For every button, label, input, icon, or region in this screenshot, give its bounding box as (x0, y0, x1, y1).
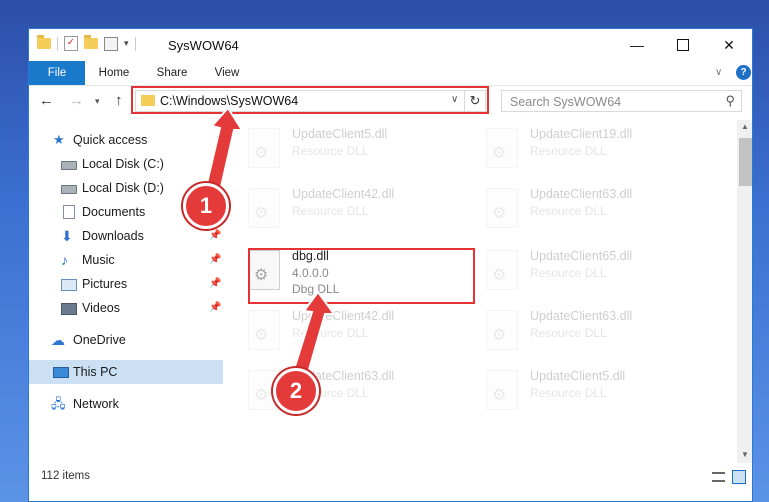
computer-icon (53, 367, 69, 378)
recent-locations-icon[interactable]: ▾ (95, 96, 100, 107)
up-arrow-icon[interactable]: ↑ (115, 92, 123, 109)
sidebar-item-pictures[interactable]: Pictures 📌 (29, 272, 223, 296)
sidebar-item-downloads[interactable]: ⬇ Downloads 📌 (29, 224, 223, 248)
sidebar-item-label: Downloads (82, 229, 144, 243)
file-description: Resource DLL (292, 204, 369, 218)
documents-icon (63, 205, 75, 219)
scroll-up-icon[interactable]: ▲ (741, 122, 749, 131)
sidebar-item-music[interactable]: ♪ Music 📌 (29, 248, 223, 272)
tab-file[interactable]: File (29, 61, 85, 85)
toolbar-separator (134, 36, 136, 51)
back-arrow-icon[interactable]: ← (39, 92, 54, 109)
pin-icon[interactable]: 📌 (209, 248, 221, 272)
sidebar-item-label: Pictures (82, 277, 128, 291)
network-icon: 🖧 (51, 396, 66, 411)
status-bar: 112 items (29, 465, 752, 489)
new-folder-icon[interactable] (84, 35, 98, 49)
file-name: UpdateClient65.dll (530, 249, 633, 263)
forward-arrow-icon[interactable]: → (69, 92, 84, 109)
music-icon: ♪ (61, 252, 68, 268)
help-icon[interactable]: ? (736, 65, 751, 80)
dll-file-icon (486, 310, 518, 350)
file-description: Resource DLL (530, 204, 607, 218)
file-item[interactable]: UpdateClient5.dll Resource DLL (248, 124, 478, 174)
ribbon-tabs: File Home Share View ∨ ? (29, 61, 752, 86)
file-item[interactable]: UpdateClient5.dll Resource DLL (486, 366, 716, 416)
sidebar-item-videos[interactable]: Videos 📌 (29, 296, 223, 320)
file-item[interactable]: UpdateClient63.dll Resource DLL (486, 306, 716, 356)
drive-icon (61, 185, 77, 194)
file-description: Resource DLL (530, 326, 607, 340)
dll-file-icon (486, 370, 518, 410)
toolbar-separator (57, 36, 58, 51)
maximize-button[interactable] (660, 29, 706, 61)
maximize-icon (677, 39, 689, 51)
minimize-button[interactable]: — (614, 29, 660, 61)
sidebar-item-label: Documents (82, 205, 146, 219)
close-button[interactable]: ✕ (706, 29, 752, 61)
sidebar-item-label: Network (73, 397, 119, 411)
file-description: Resource DLL (530, 144, 607, 158)
file-name: UpdateClient5.dll (530, 369, 626, 383)
search-icon[interactable]: ⚲ (725, 93, 735, 109)
file-name: UpdateClient19.dll (530, 127, 633, 141)
sidebar-item-label: Quick access (73, 133, 148, 147)
search-box[interactable]: ⚲ (501, 90, 742, 112)
sidebar-item-label: OneDrive (73, 333, 126, 347)
pictures-icon (61, 279, 77, 291)
sidebar-item-label: Videos (82, 301, 120, 315)
item-count: 112 items (41, 470, 91, 482)
file-name: UpdateClient63.dll (530, 309, 633, 323)
file-explorer-window: ✓ ▾ SysWOW64 — ✕ File Home Share View ∨ … (28, 28, 753, 502)
videos-icon (61, 303, 77, 315)
sidebar-item-label: Music (82, 253, 115, 267)
tab-share[interactable]: Share (147, 61, 197, 85)
file-item[interactable]: UpdateClient63.dll Resource DLL (486, 184, 716, 234)
quick-access-toolbar: ✓ ▾ (37, 35, 136, 51)
properties-check-icon[interactable]: ✓ (64, 36, 78, 51)
drive-icon (61, 161, 77, 170)
file-name: UpdateClient5.dll (292, 127, 388, 141)
pin-icon[interactable]: 📌 (209, 296, 221, 320)
large-icons-view-icon[interactable] (732, 470, 746, 484)
file-description: Resource DLL (292, 144, 369, 158)
dll-file-icon (486, 250, 518, 290)
window-title: SysWOW64 (168, 38, 239, 53)
sidebar-item-this-pc[interactable]: This PC (29, 360, 223, 384)
dll-file-icon (486, 188, 518, 228)
sidebar-item-label: This PC (73, 365, 118, 379)
search-input[interactable] (508, 92, 712, 112)
expand-ribbon-icon[interactable]: ∨ (715, 67, 722, 78)
vertical-scrollbar[interactable]: ▲ ▼ (737, 120, 752, 463)
title-bar: ✓ ▾ SysWOW64 — ✕ (29, 29, 752, 61)
details-view-icon[interactable] (712, 472, 725, 482)
file-description: Resource DLL (530, 266, 607, 280)
sidebar-item-label: Local Disk (C:) (82, 157, 164, 171)
customize-icon[interactable] (104, 36, 118, 51)
sidebar-item-label: Local Disk (D:) (82, 181, 164, 195)
star-icon: ★ (53, 132, 65, 147)
scroll-thumb[interactable] (739, 138, 752, 186)
cloud-icon: ☁ (51, 332, 65, 348)
file-item[interactable]: UpdateClient65.dll Resource DLL (486, 246, 716, 296)
file-item[interactable]: UpdateClient42.dll Resource DLL (248, 184, 478, 234)
tab-home[interactable]: Home (89, 61, 139, 85)
step-2-badge: 2 (273, 368, 319, 414)
downloads-icon: ⬇ (61, 228, 73, 244)
tab-view[interactable]: View (205, 61, 249, 85)
step-1-badge: 1 (183, 183, 229, 229)
file-name: UpdateClient42.dll (292, 187, 395, 201)
file-item[interactable]: UpdateClient19.dll Resource DLL (486, 124, 716, 174)
scroll-down-icon[interactable]: ▼ (741, 450, 749, 459)
qat-dropdown-icon[interactable]: ▾ (124, 38, 129, 49)
pin-icon[interactable]: 📌 (209, 272, 221, 296)
sidebar-item-onedrive[interactable]: ☁ OneDrive (29, 328, 223, 352)
navigation-bar: ← → ▾ ↑ C:\Windows\SysWOW64 ∨ ↻ ⚲ (29, 86, 752, 118)
file-name: UpdateClient63.dll (530, 187, 633, 201)
dll-file-icon (486, 128, 518, 168)
file-description: Resource DLL (530, 386, 607, 400)
folder-icon (37, 35, 51, 49)
sidebar-item-network[interactable]: 🖧 Network (29, 392, 223, 416)
